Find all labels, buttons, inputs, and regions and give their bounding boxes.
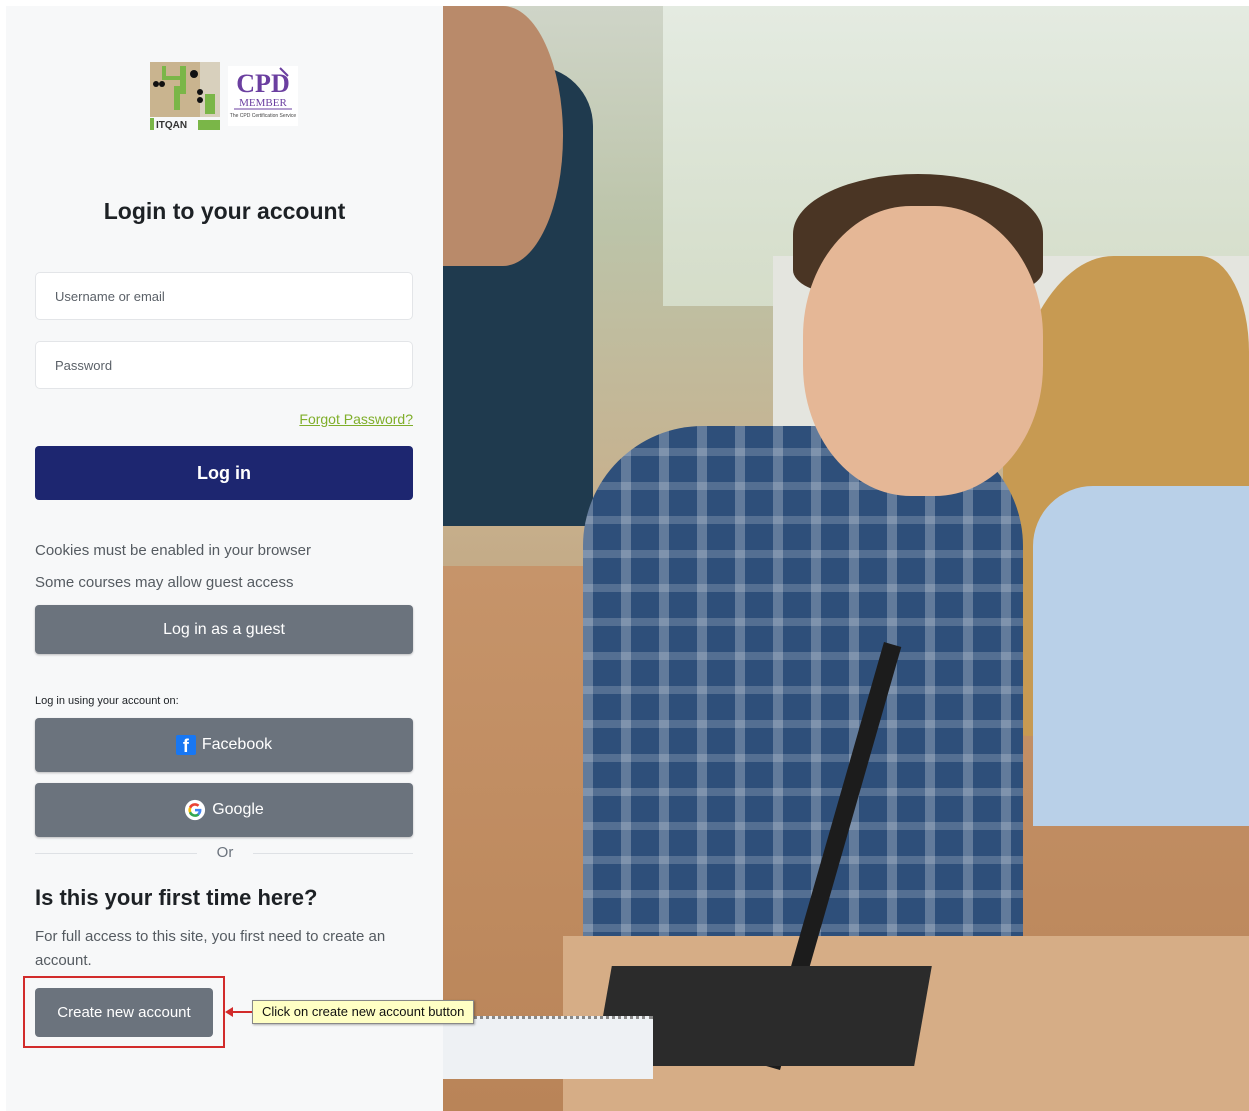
guest-access-note: Some courses may allow guest access (35, 574, 294, 591)
username-input[interactable] (35, 272, 413, 320)
svg-text:MEMBER: MEMBER (239, 97, 287, 109)
google-label: Google (212, 801, 264, 818)
google-icon (185, 799, 206, 821)
social-login-label: Log in using your account on: (35, 695, 179, 707)
google-login-button[interactable]: Google (35, 783, 413, 837)
photo-student-girl (1033, 486, 1249, 826)
facebook-login-button[interactable]: f Facebook (35, 718, 413, 772)
first-time-heading: Is this your first time here? (35, 885, 318, 910)
create-account-button[interactable]: Create new account (35, 988, 213, 1037)
annotation-arrow (231, 1011, 253, 1013)
photo-student-main-head (803, 206, 1043, 496)
or-separator: Or (216, 844, 234, 861)
divider-right (253, 853, 413, 854)
facebook-icon: f (175, 735, 196, 756)
annotation-tooltip: Click on create new account button (252, 1000, 475, 1024)
cookies-note: Cookies must be enabled in your browser (35, 542, 311, 559)
svg-text:ITQAN: ITQAN (156, 120, 187, 130)
photo-notebook (443, 1016, 653, 1079)
divider-left (35, 853, 197, 854)
forgot-password-link[interactable]: Forgot Password? (299, 411, 413, 427)
photo-student-back-head (443, 6, 563, 266)
login-title: Login to your account (103, 198, 346, 224)
photo-student-main (583, 426, 1023, 966)
login-button[interactable]: Log in (35, 446, 413, 500)
site-logos: ITQAN CPD MEMBER The CPD Certification S… (150, 62, 300, 132)
password-input[interactable] (35, 341, 413, 389)
itqan-logo: ITQAN (150, 62, 220, 130)
annotation-arrow-head (225, 1007, 233, 1017)
guest-login-button[interactable]: Log in as a guest (35, 605, 413, 654)
classroom-photo (443, 6, 1249, 1111)
svg-text:CPD: CPD (236, 69, 289, 98)
svg-text:The CPD Certification Service: The CPD Certification Service (230, 113, 297, 119)
facebook-label: Facebook (201, 736, 273, 753)
cpd-member-logo: CPD MEMBER The CPD Certification Service (228, 66, 298, 126)
signup-description: For full access to this site, you first … (35, 928, 386, 969)
